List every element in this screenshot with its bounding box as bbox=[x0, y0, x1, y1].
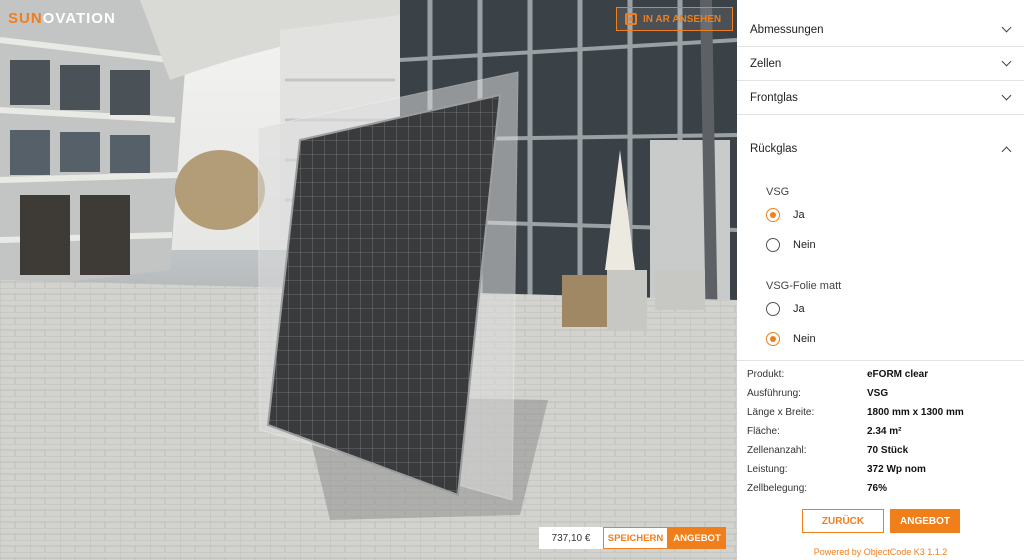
radio-unchecked-icon[interactable] bbox=[766, 238, 780, 252]
radio-unchecked-icon[interactable] bbox=[766, 302, 780, 316]
vsg-option-ja[interactable]: Ja bbox=[766, 208, 805, 222]
ar-cube-icon bbox=[625, 13, 637, 25]
radio-checked-icon[interactable] bbox=[766, 332, 780, 346]
vsg-folie-option-nein[interactable]: Nein bbox=[766, 332, 816, 346]
background-scene bbox=[0, 0, 737, 560]
vsg-folie-option-ja[interactable]: Ja bbox=[766, 302, 805, 316]
save-button[interactable]: SPEICHERN bbox=[603, 527, 668, 549]
back-button[interactable]: ZURÜCK bbox=[802, 509, 884, 533]
configuration-panel: Abmessungen Zellen Frontglas Rückglas VS… bbox=[737, 0, 1024, 560]
vsg-group-title: VSG bbox=[766, 186, 790, 198]
accordion-rueckglas[interactable]: Rückglas bbox=[737, 132, 1024, 166]
accordion-zellen[interactable]: Zellen bbox=[737, 47, 1024, 81]
chevron-down-icon bbox=[1001, 90, 1012, 101]
offer-button[interactable]: ANGEBOT bbox=[890, 509, 960, 533]
product-summary: Produkt: eFORM clear Ausführung: VSG Län… bbox=[737, 360, 1024, 494]
price-bar: 737,10 € SPEICHERN ANGEBOT bbox=[539, 527, 726, 549]
vsg-option-nein[interactable]: Nein bbox=[766, 238, 816, 252]
accordion-abmessungen[interactable]: Abmessungen bbox=[737, 13, 1024, 47]
chevron-down-icon bbox=[1001, 22, 1012, 33]
accordion-frontglas[interactable]: Frontglas bbox=[737, 81, 1024, 115]
brand-logo: SUNOVATION bbox=[8, 10, 116, 27]
radio-checked-icon[interactable] bbox=[766, 208, 780, 222]
chevron-down-icon bbox=[1001, 56, 1012, 67]
powered-by-text: Powered by ObjectCode K3 1.1.2 bbox=[813, 547, 948, 557]
view-in-ar-button[interactable]: IN AR ANSEHEN bbox=[616, 7, 733, 31]
vsg-folie-group-title: VSG-Folie matt bbox=[766, 280, 842, 292]
offer-button-viewer[interactable]: ANGEBOT bbox=[668, 527, 726, 549]
price-display: 737,10 € bbox=[539, 527, 603, 549]
3d-viewer[interactable]: SUNOVATION IN AR ANSEHEN 737,10 € SPEICH… bbox=[0, 0, 737, 560]
chevron-up-icon bbox=[1001, 146, 1012, 156]
